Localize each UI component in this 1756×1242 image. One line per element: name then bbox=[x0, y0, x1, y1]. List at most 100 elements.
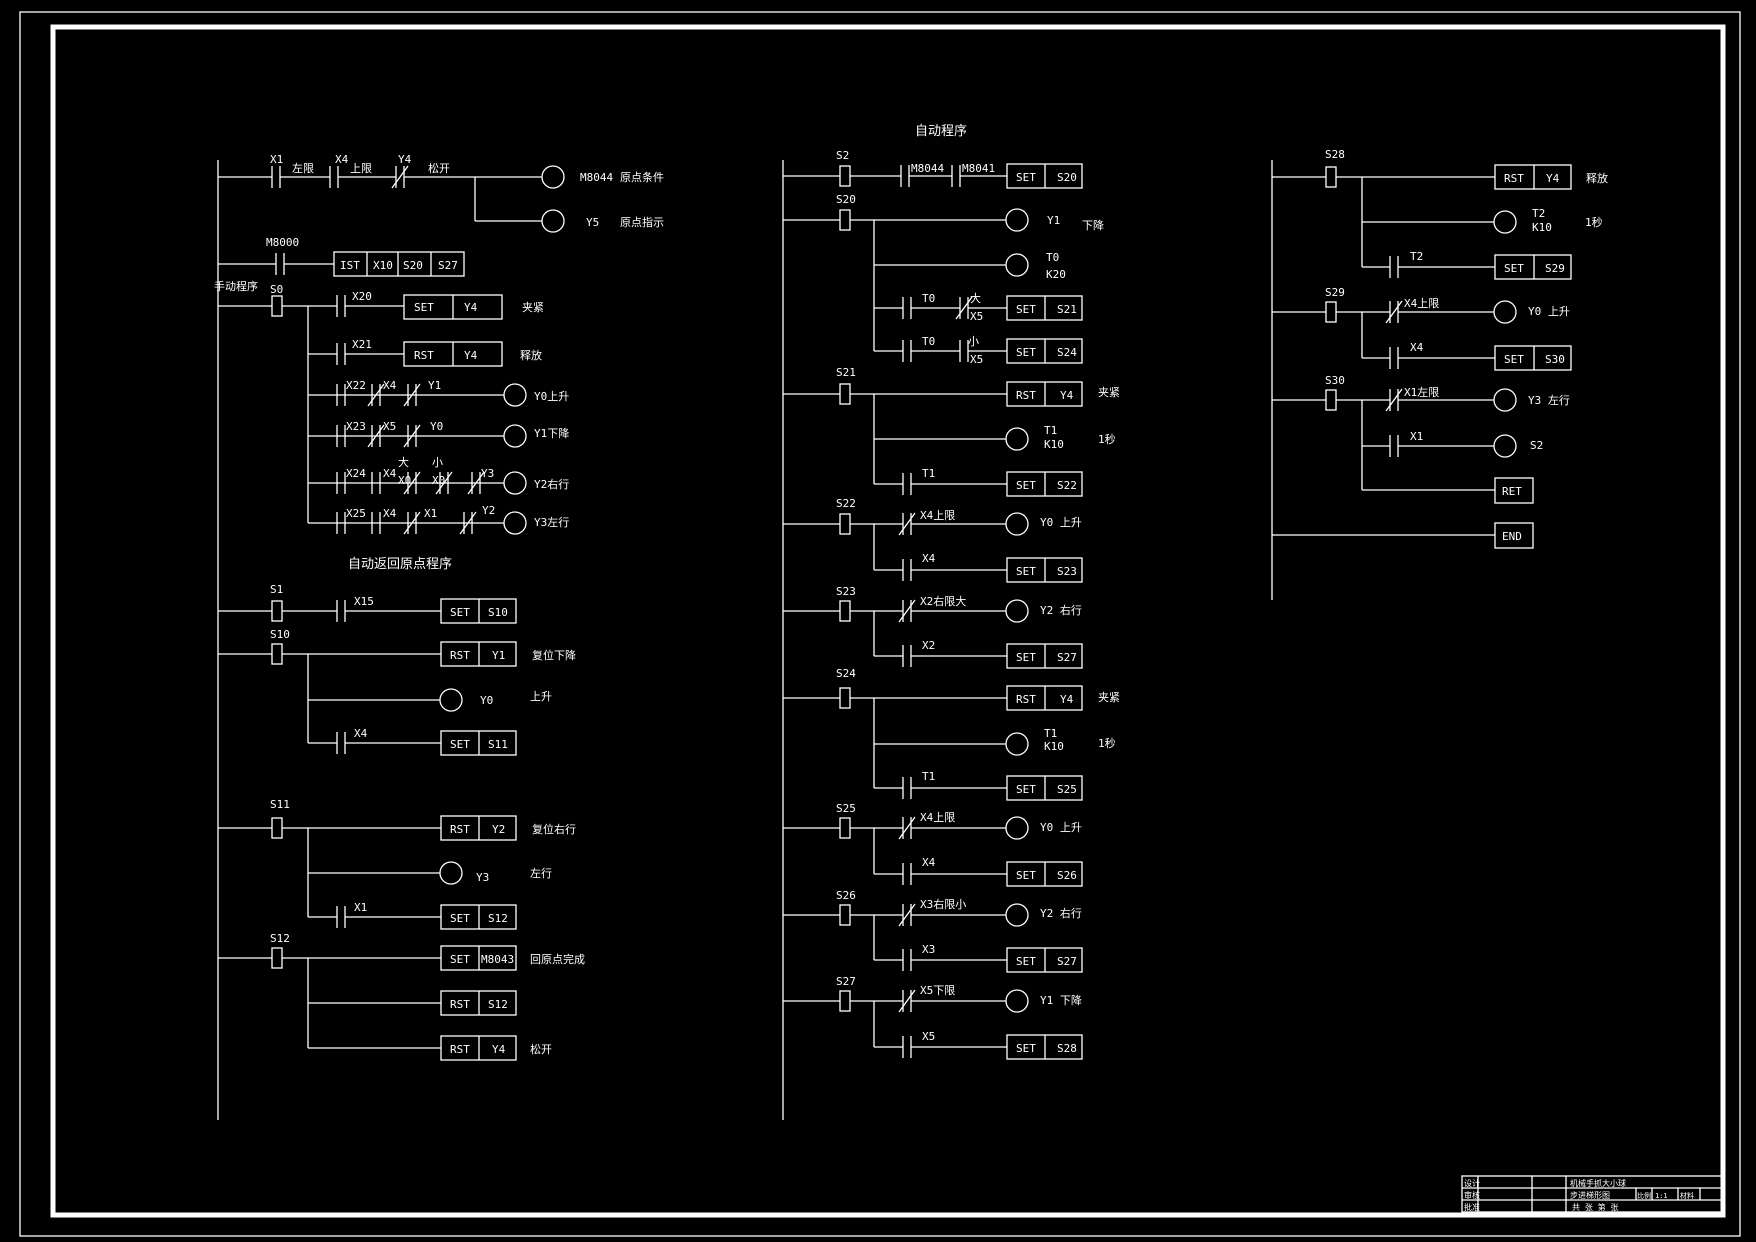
set-s29-op: SET bbox=[1504, 262, 1524, 275]
contact-x24-x0a: X0 bbox=[398, 474, 411, 487]
tb-scale-label: 比例 bbox=[1637, 1191, 1651, 1200]
end-instruction: END bbox=[1502, 530, 1522, 543]
contact-x4-upper: X4上限 bbox=[920, 509, 955, 522]
set-s24-op: SET bbox=[1016, 346, 1036, 359]
coil-y0-up: Y0上升 bbox=[534, 390, 569, 403]
contact-x25: X25 bbox=[346, 507, 366, 520]
contact-x4b-m: X4 bbox=[922, 856, 936, 869]
set-s12-op: SET bbox=[450, 912, 470, 925]
coil-y0-up-b: Y0 上升 bbox=[1040, 821, 1082, 834]
contact-x25-x1: X1 bbox=[424, 507, 437, 520]
contact-x1-left: X1左限 bbox=[1404, 386, 1439, 399]
inner-border bbox=[50, 24, 1726, 1218]
set-s27b-op: SET bbox=[1016, 955, 1036, 968]
note-release: 释放 bbox=[520, 348, 542, 362]
tb-approve: 批准 bbox=[1464, 1202, 1480, 1212]
contact-x24-y3: Y3 bbox=[481, 467, 494, 480]
contact-x5: X5 bbox=[922, 1030, 935, 1043]
set-m8043-target: M8043 bbox=[481, 953, 514, 966]
note-release-open: 松开 bbox=[530, 1042, 552, 1056]
note-clamp-b: 夹紧 bbox=[1098, 691, 1120, 704]
set-s10-target: S10 bbox=[488, 606, 508, 619]
set-s11-target: S11 bbox=[488, 738, 508, 751]
coil-m8044-note: 原点条件 bbox=[620, 170, 664, 184]
coil-y2-right-b: Y2 右行 bbox=[1040, 906, 1082, 920]
step-s20: S20 bbox=[836, 193, 856, 206]
contact-m8000: M8000 bbox=[266, 236, 299, 249]
step-s27: S27 bbox=[836, 975, 856, 988]
contact-x4: X4 bbox=[922, 552, 936, 565]
left-ladder: X1 左限 X4 上限 Y4 松开 M8044 原点条件 Y5 原点指示 M80… bbox=[217, 153, 664, 1120]
coil-y2-right: Y2右行 bbox=[534, 477, 569, 491]
step-s2: S2 bbox=[836, 149, 849, 162]
contact-y4: Y4 bbox=[398, 153, 412, 166]
rst-s12-target: S12 bbox=[488, 998, 508, 1011]
contact-x5a: X5 bbox=[970, 310, 983, 323]
timer-t1: T1 bbox=[1044, 424, 1057, 437]
coil-y1: Y1 bbox=[1047, 214, 1060, 227]
set-s23-target: S23 bbox=[1057, 565, 1077, 578]
contact-x24: X24 bbox=[346, 467, 366, 480]
coil-y1-note: 下降 bbox=[1082, 218, 1104, 232]
coil-y0-note: 上升 bbox=[530, 690, 552, 703]
tb-title-line2: 步进梯形图 bbox=[1570, 1190, 1610, 1200]
contact-x2: X2 bbox=[922, 639, 935, 652]
ist-s27: S27 bbox=[438, 259, 458, 272]
contact-x1-note: 左限 bbox=[292, 162, 314, 175]
contact-x23-x5: X5 bbox=[383, 420, 396, 433]
coil-y3-note: 左行 bbox=[530, 867, 552, 880]
set-s20-op: SET bbox=[1016, 171, 1036, 184]
rst-y4b-target: Y4 bbox=[492, 1043, 506, 1056]
note-home-complete: 回原点完成 bbox=[530, 952, 585, 966]
contact-x23: X23 bbox=[346, 420, 366, 433]
step-s10: S10 bbox=[270, 628, 290, 641]
contact-x24-big: 大 bbox=[398, 455, 409, 469]
contact-x24-x4: X4 bbox=[383, 467, 397, 480]
set-s21-target: S21 bbox=[1057, 303, 1077, 316]
coil-y5-note: 原点指示 bbox=[620, 215, 664, 229]
step-s25: S25 bbox=[836, 802, 856, 815]
contact-t2c: T2 bbox=[1410, 250, 1423, 263]
contact-x22: X22 bbox=[346, 379, 366, 392]
contact-x5b: X5 bbox=[970, 353, 983, 366]
set-y4-op: SET bbox=[414, 301, 434, 314]
timer-k20: K20 bbox=[1046, 268, 1066, 281]
contact-t0a: T0 bbox=[922, 292, 935, 305]
ist-instruction: IST bbox=[340, 259, 360, 272]
note-release-r: 释放 bbox=[1586, 171, 1608, 185]
contact-x20: X20 bbox=[352, 290, 372, 303]
set-s30-op: SET bbox=[1504, 353, 1524, 366]
contact-x21: X21 bbox=[352, 338, 372, 351]
set-m8043-op: SET bbox=[450, 953, 470, 966]
coil-y0-up-a: Y0 上升 bbox=[1040, 516, 1082, 529]
contact-x2-right-big: X2右限大 bbox=[920, 594, 966, 608]
contact-x15: X15 bbox=[354, 595, 374, 608]
note-clamp-a: 夹紧 bbox=[1098, 386, 1120, 399]
step-s12: S12 bbox=[270, 932, 290, 945]
tb-title-line1: 机械手抓大小球 bbox=[1570, 1178, 1626, 1188]
rst-y2-op: RST bbox=[450, 823, 470, 836]
step-s30: S30 bbox=[1325, 374, 1345, 387]
step-s1: S1 bbox=[270, 583, 283, 596]
contact-m8044: M8044 bbox=[911, 162, 944, 175]
set-s29-target: S29 bbox=[1545, 262, 1565, 275]
step-s22: S22 bbox=[836, 497, 856, 510]
contact-m8041: M8041 bbox=[962, 162, 995, 175]
set-s21-op: SET bbox=[1016, 303, 1036, 316]
timer-t1b: T1 bbox=[1044, 727, 1057, 740]
set-s10-op: SET bbox=[450, 606, 470, 619]
step-s11: S11 bbox=[270, 798, 290, 811]
contact-x4-upper-b: X4上限 bbox=[920, 811, 955, 824]
set-s27b-target: S27 bbox=[1057, 955, 1077, 968]
contact-t1c: T1 bbox=[922, 467, 935, 480]
coil-m8044: M8044 bbox=[580, 171, 613, 184]
tb-check: 审核 bbox=[1464, 1190, 1480, 1200]
step-s23: S23 bbox=[836, 585, 856, 598]
step-s24: S24 bbox=[836, 667, 856, 680]
tb-design: 设计 bbox=[1464, 1178, 1480, 1188]
heading-auto-return-origin: 自动返回原点程序 bbox=[348, 557, 452, 572]
coil-y3-left: Y3左行 bbox=[534, 516, 569, 529]
contact-x24-x0b: X0 bbox=[432, 474, 445, 487]
timer-t0: T0 bbox=[1046, 251, 1059, 264]
note-wait-r: 1秒 bbox=[1585, 215, 1603, 229]
